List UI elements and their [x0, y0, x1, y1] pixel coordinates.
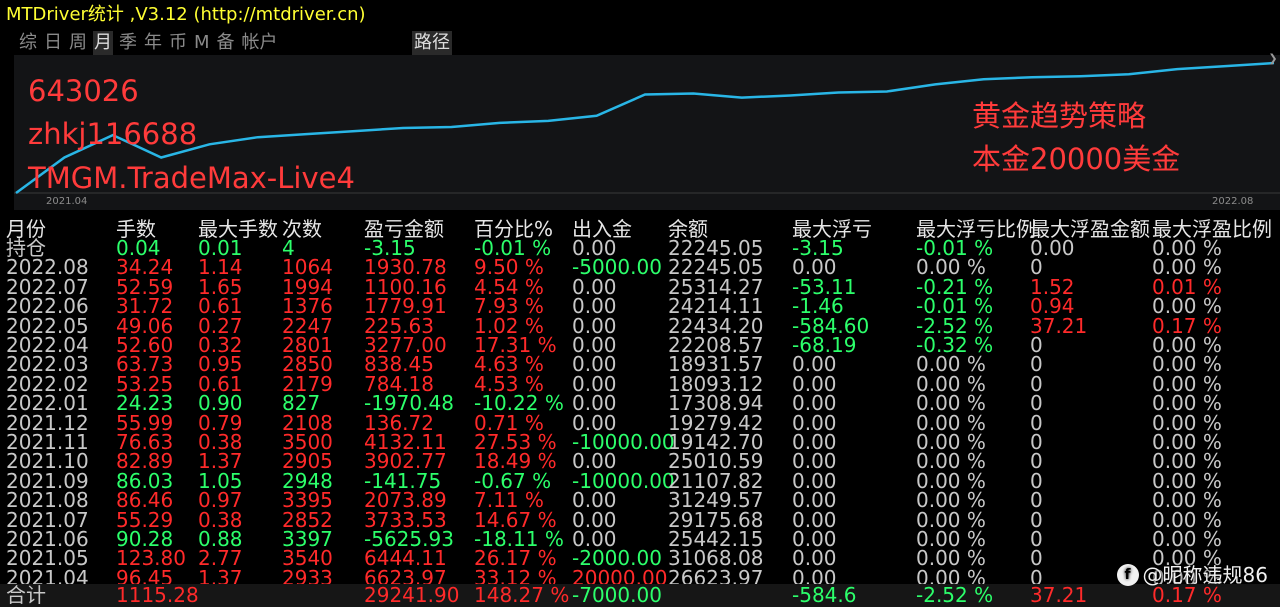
- total-max-float-profit-pct: 0.17 %: [1152, 583, 1222, 607]
- total-lots: 1115.28: [116, 583, 199, 607]
- total-max-float-profit: 37.21: [1030, 583, 1088, 607]
- table-row[interactable]: 2022.07 52.59 1.65 1994 1100.16 4.54 % 0.00 253…: [0, 277, 1280, 297]
- tab-1[interactable]: 日: [43, 31, 63, 55]
- tab-7[interactable]: M: [193, 31, 211, 55]
- broker-server: TMGM.TradeMax-Live4: [28, 161, 355, 195]
- table-row[interactable]: 2022.04 52.60 0.32 2801 3277.00 17.31 % 0.00 22…: [0, 335, 1280, 355]
- account-name: zhkj116688: [28, 117, 198, 151]
- social-logo-icon: f: [1116, 564, 1139, 586]
- table-header: 月份 手数 最大手数 次数 盈亏金额 百分比% 出入金 余额 最大浮亏 最大浮亏…: [0, 217, 1280, 241]
- strategy-name: 黄金趋势策略: [972, 99, 1147, 133]
- tab-6[interactable]: 币: [168, 31, 188, 55]
- account-number: 643026: [28, 74, 139, 108]
- total-label: 合计: [6, 583, 46, 607]
- watermark-text: @昵称违规86: [1142, 563, 1268, 587]
- title-bar: MTDriver统计 ,V3.12 (http://mtdriver.cn): [0, 0, 1280, 31]
- total-max-float-loss-pct: -2.52 %: [916, 583, 994, 607]
- equity-chart: 643026 zhkj116688 TMGM.TradeMax-Live4 黄金…: [14, 55, 1280, 210]
- table-row[interactable]: 2021.07 55.29 0.38 2852 3733.53 14.67 % 0.00 29…: [0, 510, 1280, 530]
- tab-9[interactable]: 帐户: [241, 31, 279, 55]
- tab-4[interactable]: 季: [118, 31, 138, 55]
- window-title: MTDriver统计 ,V3.12 (http://mtdriver.cn): [6, 4, 366, 25]
- tab-8[interactable]: 备: [216, 31, 236, 55]
- table-row[interactable]: 2022.02 53.25 0.61 2179 784.18 4.53 % 0.00 1809…: [0, 374, 1280, 394]
- table-row[interactable]: 2021.11 76.63 0.38 3500 4132.11 27.53 % -10000…: [0, 432, 1280, 452]
- total-max-float-loss: -584.6: [792, 583, 857, 607]
- tab-3[interactable]: 月: [93, 31, 113, 55]
- period-tabs: 综日周月季年币 M 备帐户: [18, 31, 279, 55]
- table-row[interactable]: 2021.09 86.03 1.05 2948 -141.75 -0.67 % -10000…: [0, 471, 1280, 491]
- table-row[interactable]: 2022.03 63.73 0.95 2850 838.45 4.63 % 0.00 1893…: [0, 354, 1280, 374]
- total-row: 合计 1115.28 29241.90 148.27 % -7000.00 -5…: [0, 584, 1280, 607]
- table-row[interactable]: 2022.08 34.24 1.14 1064 1930.78 9.50 % -5000.0…: [0, 257, 1280, 277]
- tab-2[interactable]: 周: [68, 31, 88, 55]
- path-button[interactable]: 路径: [412, 31, 452, 55]
- chevron-right-icon[interactable]: ❯: [1266, 52, 1280, 66]
- watermark: f @昵称违规86: [1116, 563, 1268, 587]
- total-percent: 148.27 %: [474, 583, 570, 607]
- tab-0[interactable]: 综: [18, 31, 38, 55]
- capital-note: 本金20000美金: [972, 142, 1181, 176]
- tab-5[interactable]: 年: [143, 31, 163, 55]
- table-row[interactable]: 2021.08 86.46 0.97 3395 2073.89 7.11 % 0.00 312…: [0, 490, 1280, 510]
- table-row[interactable]: 2022.01 24.23 0.90 827 -1970.48 -10.22 % 0.00 1…: [0, 393, 1280, 413]
- chart-end-date: 2022.08: [1212, 196, 1254, 207]
- chart-start-date: 2021.04: [46, 196, 88, 207]
- table-row[interactable]: 2022.05 49.06 0.27 2247 225.63 1.02 % 0.00 2243…: [0, 316, 1280, 336]
- table-row[interactable]: 2022.06 31.72 0.61 1376 1779.91 7.93 % 0.00 242…: [0, 296, 1280, 316]
- total-pnl: 29241.90: [364, 583, 460, 607]
- total-deposit-withdraw: -7000.00: [572, 583, 662, 607]
